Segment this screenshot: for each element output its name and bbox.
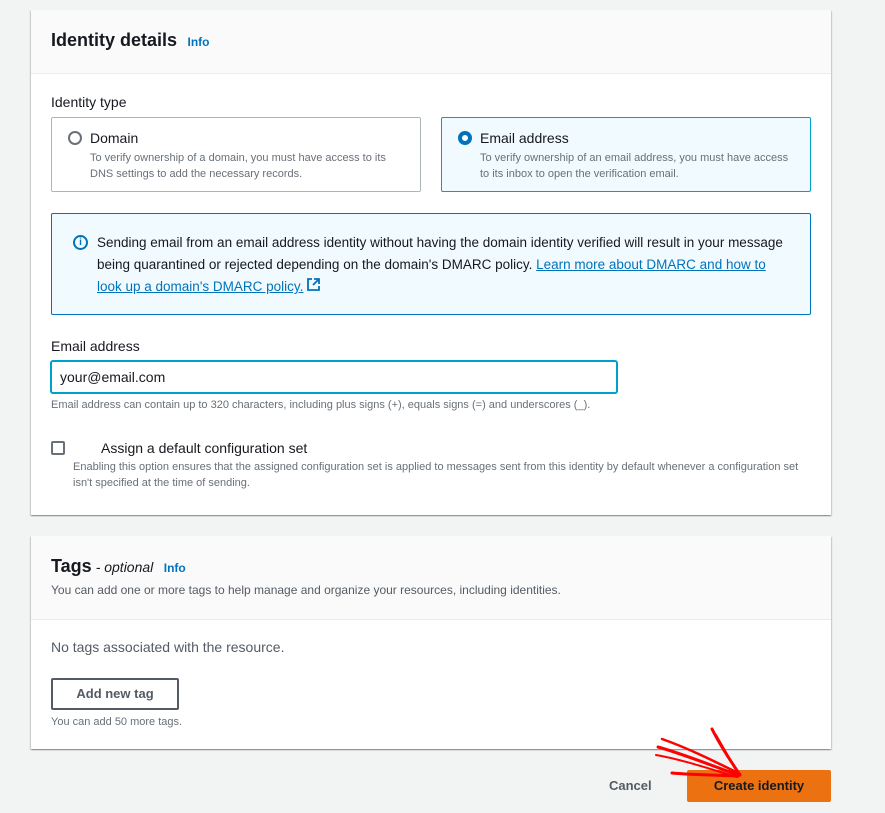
identity-details-title: Identity details (51, 30, 178, 50)
tags-title: Tags (51, 556, 92, 576)
config-set-label: Assign a default configuration set (101, 440, 308, 456)
email-address-input[interactable] (51, 361, 617, 393)
tags-optional-label: - optional (95, 559, 154, 575)
domain-radio[interactable] (68, 131, 82, 145)
domain-option-tile[interactable]: Domain To verify ownership of a domain, … (51, 117, 421, 192)
config-set-checkbox[interactable] (51, 441, 65, 455)
email-radio[interactable] (458, 131, 472, 145)
external-link-icon (307, 276, 321, 298)
domain-option-description: To verify ownership of a domain, you mus… (90, 152, 386, 180)
create-identity-button[interactable]: Create identity (687, 770, 831, 802)
email-option-title: Email address (480, 130, 569, 146)
no-tags-text: No tags associated with the resource. (51, 639, 285, 655)
email-address-hint: Email address can contain up to 320 char… (51, 399, 591, 411)
config-set-description: Enabling this option ensures that the as… (73, 461, 799, 489)
add-new-tag-button[interactable]: Add new tag (51, 678, 179, 710)
identity-details-header: Identity details Info (31, 10, 831, 74)
email-option-tile[interactable]: Email address To verify ownership of an … (441, 117, 811, 192)
dmarc-info-alert: i Sending email from an email address id… (51, 213, 811, 315)
cancel-button[interactable]: Cancel (609, 778, 652, 793)
identity-details-panel: Identity details Info Identity type Doma… (31, 10, 831, 515)
email-option-description: To verify ownership of an email address,… (480, 152, 789, 180)
identity-details-info-link[interactable]: Info (187, 35, 209, 49)
tags-description: You can add one or more tags to help man… (51, 583, 561, 597)
tags-limit-hint: You can add 50 more tags. (51, 716, 183, 728)
email-address-label: Email address (51, 338, 140, 354)
tags-info-link[interactable]: Info (164, 561, 186, 575)
tags-header: Tags - optional Info You can add one or m… (31, 536, 831, 620)
domain-option-title: Domain (90, 130, 139, 146)
identity-type-label: Identity type (51, 94, 127, 110)
tags-panel: Tags - optional Info You can add one or m… (31, 536, 831, 749)
info-circle-icon: i (73, 235, 88, 250)
